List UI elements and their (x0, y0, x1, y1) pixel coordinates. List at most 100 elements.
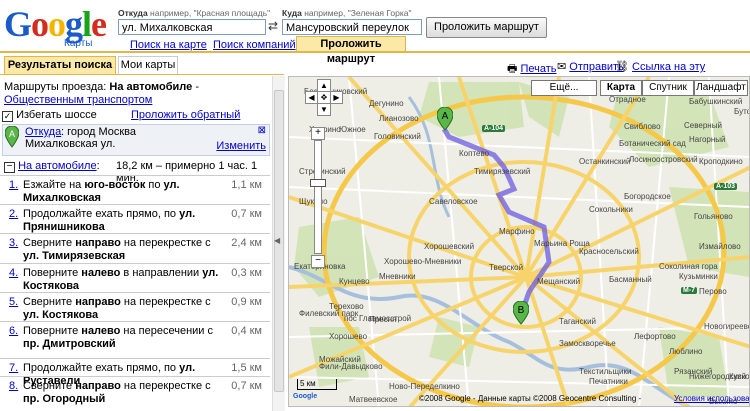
district-label: Хорошево (329, 332, 368, 341)
district-label: Коптево (459, 149, 490, 158)
district-label: Перово (699, 287, 727, 296)
more-button[interactable]: Ещё... (531, 80, 597, 96)
step-number[interactable]: 2. (9, 208, 18, 220)
direction-step[interactable]: 1. Езжайте на юго-восток по ул. Михалковс… (0, 175, 270, 204)
map-type-map[interactable]: Карта (600, 80, 642, 96)
direction-step[interactable]: 5. Сверните направо на перекрестке с ул. … (0, 292, 270, 321)
step-text: Сверните направо на перекрестке с пр. Ог… (23, 380, 211, 405)
district-label: Северный (684, 121, 722, 130)
step-text: Сверните направо на перекрестке с ул. Ко… (23, 296, 211, 321)
step-distance: 0,4 км (231, 325, 262, 337)
start-city: : город Москва (61, 126, 137, 138)
district-label: Кузьминки (679, 272, 718, 281)
map-type-terrain[interactable]: Ландшафт (694, 80, 748, 96)
district-label: Бутово (734, 107, 749, 116)
to-input[interactable]: Мансуровский переулок (282, 19, 422, 35)
google-maps-logo[interactable]: Google Карты (4, 6, 112, 49)
direction-step[interactable]: 4. Поверните налево в направлении ул. Кос… (0, 263, 270, 292)
marker-b-icon[interactable]: B (513, 301, 529, 325)
step-distance: 1,1 км (231, 179, 262, 191)
district-label: Сокольники (589, 205, 633, 214)
district-label: Хорошевский (424, 242, 475, 251)
district-label: Люблино (669, 347, 703, 356)
district-label: Мневники (379, 272, 416, 281)
zoom-in-icon[interactable]: + (311, 127, 325, 140)
district-label: Отрадное (609, 95, 646, 104)
tab-my-maps[interactable]: Мои карты (118, 56, 178, 75)
terms-link[interactable]: Условия использования (674, 394, 749, 403)
step-distance: 2,4 км (231, 237, 262, 249)
district-label: Текстильщики (579, 367, 632, 376)
collapse-panel-icon[interactable]: ◀ (274, 236, 280, 245)
pan-down-icon[interactable]: ▼ (317, 103, 331, 116)
zoom-out-icon[interactable]: − (311, 255, 325, 268)
svg-text:B: B (518, 305, 525, 316)
from-input[interactable]: ул. Михалковская (118, 19, 266, 35)
avoid-highways[interactable]: ✓ Избегать шоссе (2, 109, 97, 122)
district-label: Останкинский (579, 157, 631, 166)
directions-panel: Маршруты проезда: На автомобиле - Общест… (0, 76, 272, 411)
route-submit-button[interactable]: Проложить маршрут (426, 17, 547, 38)
left-tabs-divider (0, 74, 284, 75)
pan-right-icon[interactable]: ▶ (330, 91, 343, 104)
tab-search-companies[interactable]: Поиск компаний (213, 39, 296, 51)
print-icon: 🖶 (507, 63, 518, 75)
district-label: Строгинский (299, 167, 346, 176)
start-link[interactable]: Откуда (25, 126, 61, 138)
marker-a-icon[interactable]: A (437, 107, 453, 131)
to-hint: Куда например, "Зеленая Горка" (282, 8, 412, 18)
step-distance: 0,9 км (231, 296, 262, 308)
district-label: Савеловское (429, 197, 478, 206)
step-number[interactable]: 3. (9, 237, 18, 249)
step-number[interactable]: 7. (9, 362, 18, 374)
direction-step[interactable]: 8. Сверните направо на перекрестке с пр. … (0, 376, 270, 405)
map-view[interactable]: A-104 A-103 M-7 Северный Нагорный Бабушкин… (288, 76, 750, 407)
start-street: Михалковская ул. (25, 138, 116, 150)
avoid-highways-checkbox[interactable]: ✓ (2, 111, 13, 122)
step-number[interactable]: 4. (9, 267, 18, 279)
district-label: Красносельский (579, 247, 639, 256)
edit-link[interactable]: Изменить (216, 140, 266, 152)
zoom-slider[interactable] (314, 140, 322, 254)
send-link[interactable]: ✉ Отправить (557, 60, 624, 73)
close-icon[interactable]: ⊠ (258, 125, 266, 136)
tab-search-results[interactable]: Результаты поиска (4, 56, 116, 75)
step-number[interactable]: 8. (9, 380, 18, 392)
district-label: Можайский (319, 355, 361, 364)
map-scale: 5 км (297, 379, 337, 390)
direction-step[interactable]: 2. Продолжайте ехать прямо, по ул. Пряниш… (0, 204, 270, 233)
direction-step[interactable]: 3. Сверните направо на перекрестке с ул. … (0, 233, 270, 262)
step-distance: 0,3 км (231, 267, 262, 279)
step-distance: 0,7 км (231, 380, 262, 392)
summary-mode-link[interactable]: На автомобиле (18, 160, 97, 172)
district-label: Гольяново (694, 212, 733, 221)
link-icon: ⛓ (615, 61, 629, 73)
logo-subtitle: Карты (64, 38, 93, 49)
tab-route[interactable]: Проложить маршрут (296, 36, 406, 65)
map-type-satellite[interactable]: Спутник (642, 80, 694, 96)
step-number[interactable]: 1. (9, 179, 18, 191)
step-text: Сверните направо на перекрестке с ул. Ти… (23, 237, 211, 262)
district-label: Кусково (729, 372, 750, 381)
step-text: Езжайте на юго-восток по ул. Михалковска… (23, 179, 180, 204)
district-label: Лианозово (379, 114, 419, 123)
step-number[interactable]: 6. (9, 325, 18, 337)
mode-transit-link[interactable]: Общественным транспортом (4, 94, 152, 106)
district-label: Соколиная гора (659, 262, 718, 271)
zoom-slider-handle[interactable] (310, 179, 326, 187)
district-label: Кроподкино (699, 157, 743, 166)
svg-text:A: A (9, 129, 15, 139)
swap-icon[interactable]: ⇄ (268, 19, 278, 33)
step-distance: 1,5 км (231, 362, 262, 374)
district-label: Ботанический сад (619, 139, 686, 148)
district-label: Южное (339, 125, 366, 134)
direction-step[interactable]: 6. Поверните налево на пересечении с пр. … (0, 321, 270, 350)
step-text: Поверните налево на пересечении с пр. Дм… (23, 325, 213, 350)
collapse-icon[interactable]: − (4, 162, 15, 173)
step-number[interactable]: 5. (9, 296, 18, 308)
district-label: Печатники (589, 377, 628, 386)
tab-search-map[interactable]: Поиск на карте (130, 39, 207, 51)
mail-icon: ✉ (557, 61, 567, 73)
district-label: Ново-Переделкино (389, 382, 460, 391)
pan-control[interactable]: ▲ ◀ ✥ ▶ ▼ (305, 79, 343, 129)
